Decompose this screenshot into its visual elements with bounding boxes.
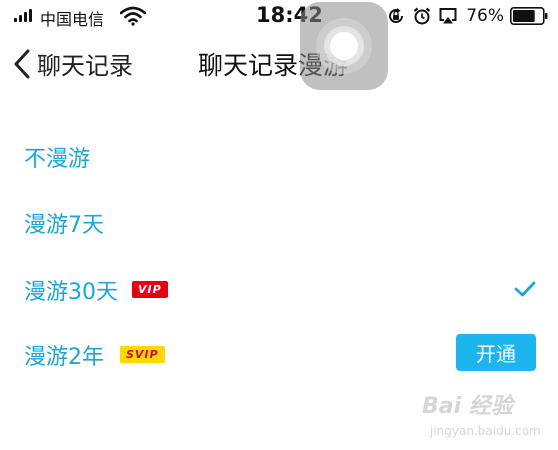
status-right-group: 76% [380,5,548,27]
option-no-roaming[interactable]: 不漫游 [0,127,558,187]
option-label: 漫游30天 [24,280,118,305]
screen: 中国电信 18:42 76% 聊天记录 聊天记录漫游 不漫游 漫游7天 漫游30… [0,0,558,450]
option-roaming-2-years[interactable]: 漫游2年 SVIP 开通 [0,325,558,385]
status-bar: 中国电信 18:42 76% [0,0,558,32]
battery-percent: 76% [466,6,504,26]
watermark-url: jingyan.baidu.com [430,424,541,438]
option-label: 漫游7天 [24,213,104,238]
activate-svip-button[interactable]: 开通 [456,334,536,371]
signal-icon [14,8,34,22]
option-roaming-7-days[interactable]: 漫游7天 [0,193,558,253]
battery-icon [510,7,548,25]
vip-badge: VIP [132,281,168,298]
svip-badge: SVIP [120,346,165,363]
carrier-name: 中国电信 [40,10,105,29]
alarm-icon [413,7,431,25]
back-button[interactable]: 聊天记录 [37,46,133,81]
back-chevron-icon[interactable] [12,48,32,80]
orientation-lock-icon [389,8,404,24]
baidu-jingyan-watermark: Bai 经验 jingyan.baidu.com [422,388,552,444]
option-label: 漫游2年 [24,345,104,370]
watermark-brand: Bai 经验 [422,394,513,419]
nav-bar: 聊天记录 聊天记录漫游 [0,36,558,92]
assistive-touch-button[interactable] [300,2,388,90]
checkmark-icon [514,281,536,297]
wifi-icon [120,6,146,26]
option-roaming-30-days[interactable]: 漫游30天 VIP [0,260,558,320]
option-label: 不漫游 [24,147,91,172]
airplay-icon [439,8,457,24]
